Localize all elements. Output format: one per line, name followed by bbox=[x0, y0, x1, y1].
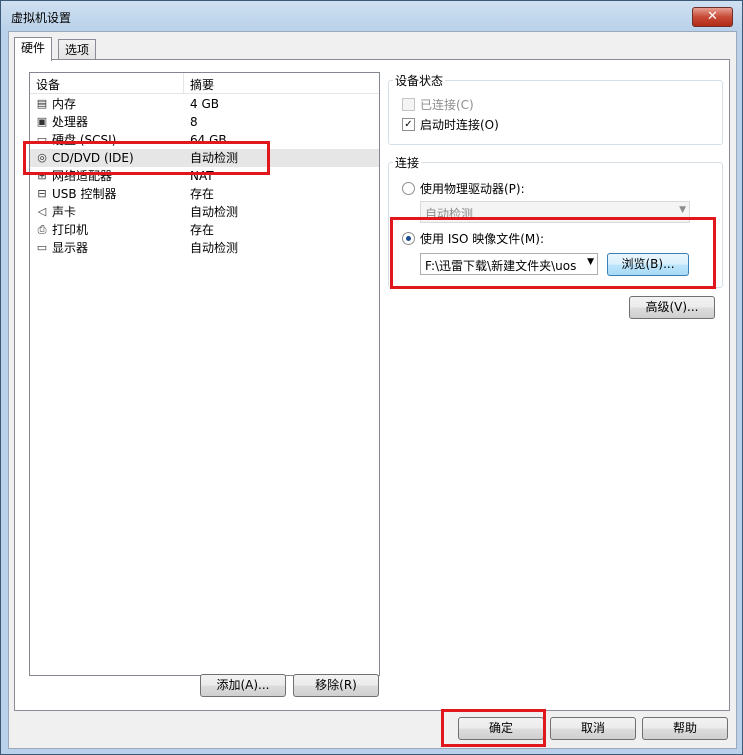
physical-drive-value: 自动检测 bbox=[425, 207, 474, 221]
browse-button[interactable]: 浏览(B)... bbox=[607, 253, 689, 276]
window-title: 虚拟机设置 bbox=[11, 11, 72, 25]
device-summary: 自动检测 bbox=[190, 205, 239, 219]
close-button[interactable]: ✕ bbox=[692, 7, 733, 27]
tab-hardware-label: 硬件 bbox=[21, 41, 46, 55]
connect-at-power-on-checkbox[interactable]: ✓ bbox=[402, 118, 415, 131]
network-adapter-icon: ⊞ bbox=[37, 169, 47, 182]
usb-icon: ⊟ bbox=[37, 187, 47, 200]
column-device[interactable]: 设备 bbox=[36, 76, 60, 93]
device-summary: 64 GB bbox=[190, 133, 227, 147]
device-name: 处理器 bbox=[52, 115, 89, 129]
iso-image-label: 使用 ISO 映像文件(M): bbox=[420, 232, 544, 246]
device-list-header: 设备 摘要 bbox=[30, 73, 379, 94]
physical-drive-select[interactable]: 自动检测 ▼ bbox=[420, 201, 690, 223]
device-name: USB 控制器 bbox=[52, 187, 117, 201]
device-summary: 4 GB bbox=[190, 97, 219, 111]
device-status-group: 设备状态 已连接(C) ✓ 启动时连接(O) bbox=[388, 72, 723, 145]
device-name: 显示器 bbox=[52, 241, 89, 255]
tab-options-label: 选项 bbox=[65, 43, 90, 57]
dialog-client-area: 硬件 选项 设备 摘要 ▤ 内存 4 GB ▣ 处理器 8 ▭ 硬盘 (SCSI) 64 GB ◎… bbox=[8, 31, 737, 749]
tab-options[interactable]: 选项 bbox=[58, 39, 97, 60]
iso-image-radio[interactable] bbox=[402, 232, 415, 245]
cd-dvd-icon: ◎ bbox=[37, 151, 47, 164]
cancel-button[interactable]: 取消 bbox=[550, 717, 636, 740]
connection-group: 连接 使用物理驱动器(P): 自动检测 ▼ 使用 ISO 映像文件(M): F:… bbox=[388, 154, 723, 288]
device-row[interactable]: ◎ CD/DVD (IDE) 自动检测 bbox=[30, 149, 379, 167]
ok-button[interactable]: 确定 bbox=[458, 717, 544, 740]
device-summary: 自动检测 bbox=[190, 241, 239, 255]
display-icon: ▭ bbox=[36, 241, 48, 254]
device-row[interactable]: ▭ 显示器 自动检测 bbox=[30, 239, 379, 257]
close-icon: ✕ bbox=[707, 9, 718, 24]
remove-device-button[interactable]: 移除(R) bbox=[293, 674, 379, 697]
column-summary[interactable]: 摘要 bbox=[190, 76, 214, 93]
physical-drive-radio[interactable] bbox=[402, 182, 415, 195]
add-device-button[interactable]: 添加(A)... bbox=[200, 674, 286, 697]
connected-label: 已连接(C) bbox=[420, 98, 474, 112]
title-bar[interactable]: 虚拟机设置 ✕ bbox=[1, 1, 742, 31]
physical-drive-label: 使用物理驱动器(P): bbox=[420, 182, 525, 196]
iso-path-value: F:\迅雷下载\新建文件夹\uos bbox=[425, 259, 577, 273]
device-row[interactable]: ▤ 内存 4 GB bbox=[30, 95, 379, 113]
vm-settings-window: 虚拟机设置 ✕ 硬件 选项 设备 摘要 ▤ 内存 4 GB ▣ 处理器 8 ▭ 硬盘 (SCS… bbox=[0, 0, 743, 755]
device-name: 内存 bbox=[52, 97, 77, 111]
device-name: 网络适配器 bbox=[52, 169, 113, 183]
device-summary: 存在 bbox=[190, 223, 215, 237]
advanced-button[interactable]: 高级(V)... bbox=[629, 296, 715, 319]
connection-label: 连接 bbox=[393, 154, 422, 171]
processor-icon: ▣ bbox=[36, 115, 48, 128]
device-row[interactable]: ▣ 处理器 8 bbox=[30, 113, 379, 131]
device-summary: 8 bbox=[190, 115, 198, 129]
connected-checkbox[interactable] bbox=[402, 98, 415, 111]
speaker-icon: ◁ bbox=[37, 205, 47, 218]
help-button[interactable]: 帮助 bbox=[642, 717, 728, 740]
device-list[interactable]: 设备 摘要 ▤ 内存 4 GB ▣ 处理器 8 ▭ 硬盘 (SCSI) 64 GB ◎ CD/DVD… bbox=[29, 72, 380, 676]
connect-at-power-on-label: 启动时连接(O) bbox=[420, 118, 499, 132]
device-row[interactable]: ⎙ 打印机 存在 bbox=[30, 221, 379, 239]
device-name: 声卡 bbox=[52, 205, 77, 219]
memory-icon: ▤ bbox=[36, 97, 48, 110]
device-name: 硬盘 (SCSI) bbox=[52, 133, 117, 147]
device-row[interactable]: ⊟ USB 控制器 存在 bbox=[30, 185, 379, 203]
device-name: 打印机 bbox=[52, 223, 89, 237]
hard-disk-icon: ▭ bbox=[36, 133, 48, 146]
chevron-down-icon: ▼ bbox=[679, 205, 686, 215]
device-row[interactable]: ◁ 声卡 自动检测 bbox=[30, 203, 379, 221]
printer-icon: ⎙ bbox=[37, 223, 47, 236]
column-divider[interactable] bbox=[183, 73, 184, 93]
device-summary: 存在 bbox=[190, 187, 215, 201]
device-row[interactable]: ▭ 硬盘 (SCSI) 64 GB bbox=[30, 131, 379, 149]
iso-path-combo[interactable]: F:\迅雷下载\新建文件夹\uos ▼ bbox=[420, 253, 598, 275]
device-summary: 自动检测 bbox=[190, 151, 239, 165]
device-name: CD/DVD (IDE) bbox=[52, 151, 134, 165]
hardware-panel: 设备 摘要 ▤ 内存 4 GB ▣ 处理器 8 ▭ 硬盘 (SCSI) 64 GB ◎ CD/DVD… bbox=[14, 59, 730, 711]
device-status-label: 设备状态 bbox=[393, 72, 446, 89]
device-summary: NAT bbox=[190, 169, 214, 183]
tab-hardware[interactable]: 硬件 bbox=[14, 37, 53, 61]
device-row[interactable]: ⊞ 网络适配器 NAT bbox=[30, 167, 379, 185]
chevron-down-icon: ▼ bbox=[587, 257, 594, 267]
